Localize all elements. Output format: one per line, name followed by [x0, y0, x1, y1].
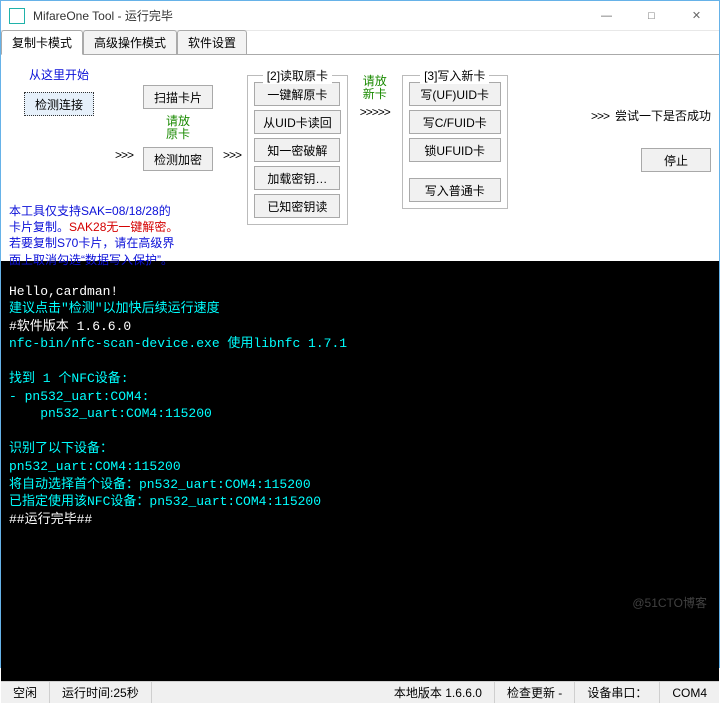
lock-ufuid-button[interactable]: 锁UFUID卡 — [409, 138, 501, 162]
scan-card-button[interactable]: 扫描卡片 — [143, 85, 213, 109]
arrows-icon: >>> — [591, 109, 609, 123]
maximize-button[interactable]: □ — [629, 1, 674, 31]
status-runtime: 运行时间:25秒 — [50, 682, 152, 703]
group-write-title: [3]写入新卡 — [420, 67, 489, 84]
please-place-new-label: 请放新卡 — [363, 75, 387, 101]
tabbar: 复制卡模式 高级操作模式 软件设置 — [1, 31, 719, 55]
please-place-original-label: 请放原卡 — [166, 115, 190, 141]
detect-connection-button[interactable]: 检测连接 — [24, 92, 94, 116]
write-cfuid-button[interactable]: 写C/FUID卡 — [409, 110, 501, 134]
arrows-icon: >>> — [223, 148, 241, 162]
group-read-title: [2]读取原卡 — [263, 67, 332, 84]
status-idle: 空闲 — [1, 682, 50, 703]
load-key-button[interactable]: 加载密钥… — [254, 166, 340, 190]
write-uf-uid-button[interactable]: 写(UF)UID卡 — [409, 82, 501, 106]
one-key-decode-button[interactable]: 一键解原卡 — [254, 82, 340, 106]
try-result-label: 尝试一下是否成功 — [615, 107, 711, 124]
group-read-original: [2]读取原卡 一键解原卡 从UID卡读回 知一密破解 加载密钥… 已知密钥读 — [247, 75, 348, 225]
group-write-new: [3]写入新卡 写(UF)UID卡 写C/FUID卡 锁UFUID卡 写入普通卡 — [402, 75, 508, 209]
titlebar: MifareOne Tool - 运行完毕 — □ ✕ — [1, 1, 719, 31]
minimize-button[interactable]: — — [584, 1, 629, 31]
app-icon — [9, 8, 25, 24]
tab-settings[interactable]: 软件设置 — [177, 30, 247, 55]
statusbar: 空闲 运行时间:25秒 本地版本 1.6.6.0 检查更新 - 设备串口： CO… — [1, 681, 719, 703]
status-device-port-label: 设备串口： — [575, 682, 660, 703]
close-button[interactable]: ✕ — [674, 1, 719, 31]
start-here-label: 从这里开始 — [29, 67, 89, 83]
workflow-area: 从这里开始 检测连接 >>> 扫描卡片 请放原卡 检测加密 >>> [2]读取原… — [1, 59, 719, 229]
status-local-version: 本地版本 1.6.6.0 — [382, 682, 495, 703]
tab-copy-mode[interactable]: 复制卡模式 — [1, 30, 83, 55]
support-note: 本工具仅支持SAK=08/18/28的 卡片复制。SAK28无一键解密。 若要复… — [9, 203, 239, 268]
known-key-read-button[interactable]: 已知密钥读 — [254, 194, 340, 218]
detect-encryption-button[interactable]: 检测加密 — [143, 147, 213, 171]
read-from-uid-button[interactable]: 从UID卡读回 — [254, 110, 341, 134]
stop-button[interactable]: 停止 — [641, 148, 711, 172]
known-one-crack-button[interactable]: 知一密破解 — [254, 138, 340, 162]
write-normal-button[interactable]: 写入普通卡 — [409, 178, 501, 202]
arrows-icon: >>> — [115, 148, 133, 162]
arrows-icon: >>>>> — [360, 105, 390, 119]
status-device-port-value: COM4 — [660, 682, 719, 703]
tab-advanced[interactable]: 高级操作模式 — [83, 30, 177, 55]
window-title: MifareOne Tool - 运行完毕 — [33, 7, 584, 24]
watermark: @51CTO博客 — [632, 594, 707, 611]
status-check-update[interactable]: 检查更新 - — [495, 682, 575, 703]
console-output: Hello,cardman! 建议点击"检测"以加快后续运行速度 #软件版本 1… — [1, 261, 719, 681]
